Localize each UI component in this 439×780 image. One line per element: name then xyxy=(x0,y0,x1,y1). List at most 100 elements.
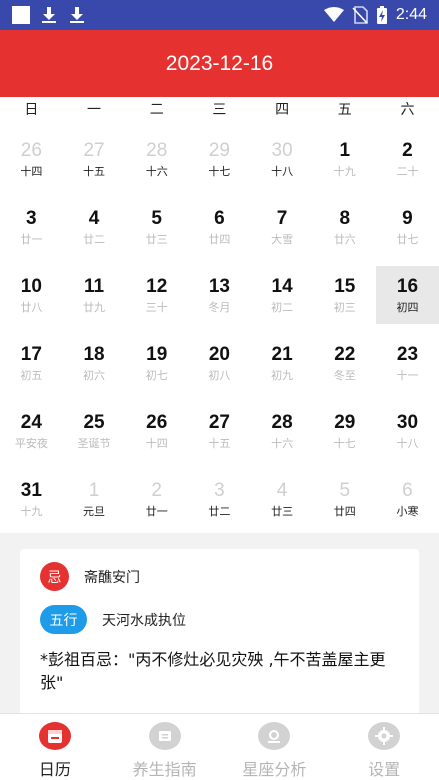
pengzu-text: *彭祖百忌："丙不修灶必见灾殃 ,午不苦盖屋主更张" xyxy=(40,650,386,692)
calendar-day-cell[interactable]: 27 十五 xyxy=(188,402,251,460)
calendar-day-cell[interactable]: 11 廿九 xyxy=(63,266,126,324)
calendar-day-cell[interactable]: 2 廿一 xyxy=(125,470,188,528)
day-number: 3 xyxy=(26,208,37,229)
calendar-day-cell[interactable]: 23 十一 xyxy=(376,334,439,392)
calendar-day-cell[interactable]: 27 十五 xyxy=(63,130,126,188)
calendar-day-cell[interactable]: 28 十六 xyxy=(251,402,314,460)
calendar-day-cell[interactable]: 20 初八 xyxy=(188,334,251,392)
calendar-icon xyxy=(38,722,71,750)
calendar-day-cell[interactable]: 19 初七 xyxy=(125,334,188,392)
calendar-day-cell[interactable]: 6 廿四 xyxy=(188,198,251,256)
calendar-day-cell[interactable]: 31 十九 xyxy=(0,470,63,528)
calendar-day-cell[interactable]: 3 廿二 xyxy=(188,470,251,528)
weekday-row: 日 一 二 三 四 五 六 xyxy=(0,97,439,125)
nav-settings[interactable]: 设置 xyxy=(329,714,439,780)
calendar-day-cell[interactable]: 5 廿三 xyxy=(125,198,188,256)
calendar-day-cell[interactable]: 8 廿六 xyxy=(313,198,376,256)
calendar-day-cell[interactable]: 26 十四 xyxy=(0,130,63,188)
day-number: 28 xyxy=(146,140,168,161)
lunar-date: 廿二 xyxy=(83,233,106,246)
nav-zodiac[interactable]: 星座分析 xyxy=(220,714,330,780)
lunar-date: 冬至 xyxy=(333,369,356,382)
calendar-day-cell[interactable]: 22 冬至 xyxy=(313,334,376,392)
calendar-day-cell[interactable]: 21 初九 xyxy=(251,334,314,392)
lunar-date: 十八 xyxy=(396,437,419,450)
day-number: 12 xyxy=(146,276,168,297)
calendar-day-cell[interactable]: 28 十六 xyxy=(125,130,188,188)
lunar-date: 初四 xyxy=(396,301,419,314)
weekday-label: 一 xyxy=(87,102,102,118)
day-number: 18 xyxy=(83,344,105,365)
health-guide-icon xyxy=(148,722,181,750)
nav-health-guide[interactable]: 养生指南 xyxy=(110,714,220,780)
lunar-date: 廿四 xyxy=(333,505,356,518)
current-date-title: 2023-12-16 xyxy=(165,51,274,75)
calendar-day-cell[interactable]: 2 二十 xyxy=(376,130,439,188)
calendar-week-row: 24 平安夜 25 圣诞节 26 十四 27 十五 28 十六 29 十七 30 十八 xyxy=(0,402,439,470)
no-sim-icon xyxy=(352,6,368,24)
day-number: 17 xyxy=(20,344,42,365)
lunar-date: 十五 xyxy=(208,437,231,450)
calendar-day-cell[interactable]: 4 廿三 xyxy=(251,470,314,528)
weekday-label: 三 xyxy=(212,102,227,118)
day-number: 23 xyxy=(396,344,419,365)
calendar-day-cell[interactable]: 5 廿四 xyxy=(313,470,376,528)
calendar-day-cell[interactable]: 14 初二 xyxy=(251,266,314,324)
calendar-day-cell[interactable]: 25 圣诞节 xyxy=(63,402,126,460)
calendar-day-cell[interactable]: 13 冬月 xyxy=(188,266,251,324)
day-number: 21 xyxy=(271,344,293,365)
calendar-day-cell[interactable]: 6 小寒 xyxy=(376,470,439,528)
calendar-day-cell[interactable]: 29 十七 xyxy=(313,402,376,460)
calendar-day-cell[interactable]: 30 十八 xyxy=(251,130,314,188)
calendar-day-cell[interactable]: 30 十八 xyxy=(376,402,439,460)
day-number: 14 xyxy=(271,276,293,297)
date-header[interactable]: 2023-12-16 xyxy=(0,30,439,97)
lunar-date: 廿八 xyxy=(20,301,43,314)
nav-calendar[interactable]: 日历 xyxy=(0,714,110,780)
day-number: 30 xyxy=(396,412,419,433)
bottom-navigation: 日历 养生指南 星座分析 设置 xyxy=(0,713,439,780)
calendar-day-cell[interactable]: 12 三十 xyxy=(125,266,188,324)
day-number: 5 xyxy=(339,480,351,501)
calendar-day-cell[interactable]: 29 十七 xyxy=(188,130,251,188)
lunar-date: 廿三 xyxy=(145,233,168,246)
calendar-day-cell[interactable]: 18 初六 xyxy=(63,334,126,392)
calendar-day-cell-selected[interactable]: 16 初四 xyxy=(376,266,439,324)
lunar-date: 廿九 xyxy=(83,301,106,314)
calendar-day-cell[interactable]: 15 初三 xyxy=(313,266,376,324)
day-number: 16 xyxy=(396,276,419,297)
calendar-day-cell[interactable]: 9 廿七 xyxy=(376,198,439,256)
day-number: 4 xyxy=(88,208,100,229)
calendar-day-cell[interactable]: 17 初五 xyxy=(0,334,63,392)
ji-text: 斋醮安门 xyxy=(84,569,140,586)
day-number: 8 xyxy=(339,208,351,229)
day-number: 10 xyxy=(20,276,42,297)
download-icon xyxy=(68,6,86,24)
calendar-day-cell[interactable]: 1 元旦 xyxy=(63,470,126,528)
day-number: 19 xyxy=(146,344,168,365)
zodiac-icon xyxy=(258,722,291,750)
lunar-date: 大雪 xyxy=(271,233,294,246)
day-number: 28 xyxy=(271,412,293,433)
calendar-day-cell[interactable]: 4 廿二 xyxy=(63,198,126,256)
lunar-date: 十六 xyxy=(271,437,294,450)
wuxing-text: 天河水成执位 xyxy=(102,612,186,629)
calendar-day-cell[interactable]: 10 廿八 xyxy=(0,266,63,324)
calendar-day-cell[interactable]: 26 十四 xyxy=(125,402,188,460)
calendar-day-cell[interactable]: 1 十九 xyxy=(313,130,376,188)
lunar-date: 初九 xyxy=(271,369,294,382)
day-number: 2 xyxy=(151,480,162,501)
lunar-date: 平安夜 xyxy=(14,437,48,450)
day-number: 20 xyxy=(208,344,230,365)
lunar-date: 冬月 xyxy=(208,301,231,314)
lunar-date: 元旦 xyxy=(83,505,106,518)
battery-charging-icon xyxy=(376,6,387,24)
calendar-day-cell[interactable]: 3 廿一 xyxy=(0,198,63,256)
lunar-date: 十四 xyxy=(145,437,168,450)
lunar-date: 廿四 xyxy=(208,233,231,246)
lunar-date: 十九 xyxy=(333,165,356,178)
calendar-day-cell[interactable]: 7 大雪 xyxy=(251,198,314,256)
wifi-icon xyxy=(323,7,344,22)
day-number: 15 xyxy=(334,276,356,297)
calendar-day-cell[interactable]: 24 平安夜 xyxy=(0,402,63,460)
